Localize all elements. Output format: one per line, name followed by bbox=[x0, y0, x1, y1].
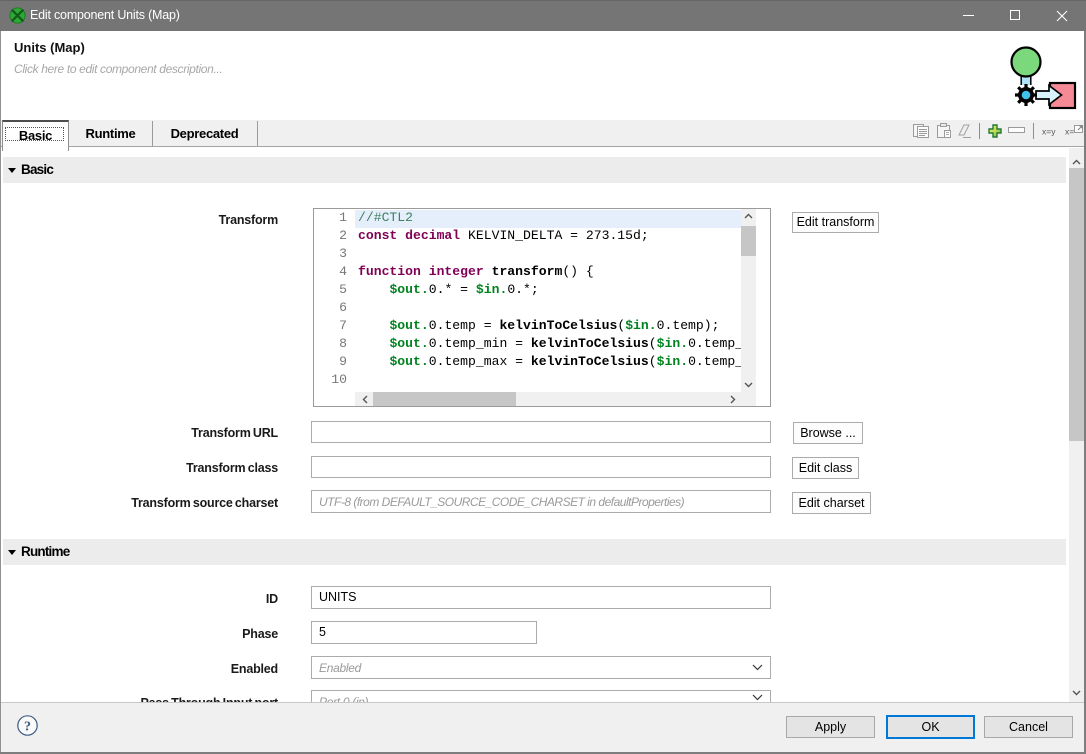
svg-text:x=y: x=y bbox=[1042, 127, 1056, 137]
svg-text:x=: x= bbox=[1065, 127, 1074, 137]
svg-text:?: ? bbox=[24, 720, 31, 735]
